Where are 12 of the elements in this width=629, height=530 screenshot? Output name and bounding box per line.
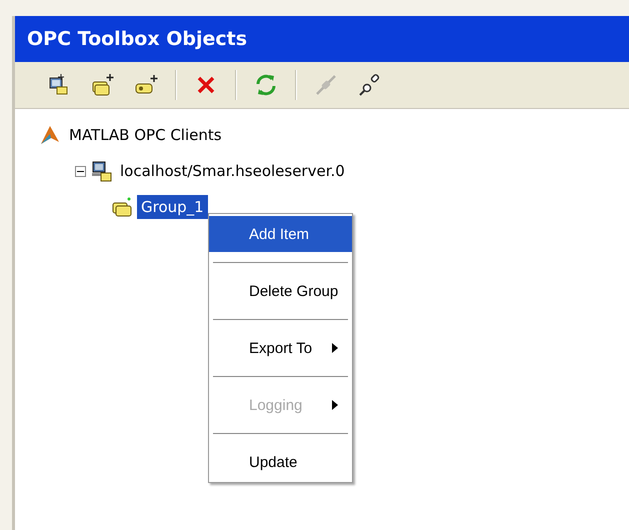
menu-item[interactable]: Add Item (209, 216, 352, 252)
menu-item[interactable]: Export To (209, 330, 352, 366)
folder-icon (111, 196, 133, 218)
menu-item[interactable]: Delete Group (209, 273, 352, 309)
window-title: OPC Toolbox Objects (15, 16, 629, 62)
triangle-icon (39, 124, 61, 146)
menu-item[interactable]: Update (209, 444, 352, 480)
collapse-toggle[interactable] (75, 166, 86, 176)
computer-icon (90, 160, 112, 182)
tree-item[interactable]: localhost/Smar.hseoleserver.0 (116, 159, 349, 183)
tree-item[interactable]: Group_1 (137, 195, 208, 219)
tree-item[interactable]: MATLAB OPC Clients (65, 123, 226, 147)
